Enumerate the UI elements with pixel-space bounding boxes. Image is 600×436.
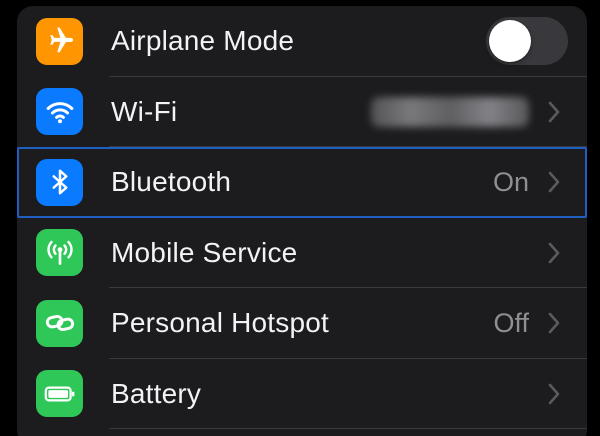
wifi-icon xyxy=(36,88,83,136)
settings-screen: Airplane Mode Wi-Fi Bluetooth On Mobile … xyxy=(0,0,600,436)
chevron-right-icon xyxy=(548,171,560,193)
mobile-service-label: Mobile Service xyxy=(111,236,298,268)
settings-row-bluetooth[interactable]: Bluetooth On xyxy=(17,147,587,218)
wifi-label: Wi-Fi xyxy=(111,95,178,127)
chevron-right-icon xyxy=(548,242,560,264)
bluetooth-label: Bluetooth xyxy=(111,166,232,198)
bluetooth-status-value: On xyxy=(492,166,529,197)
airplane-mode-toggle[interactable] xyxy=(486,17,568,66)
row-separator xyxy=(109,428,587,429)
settings-row-wifi[interactable]: Wi-Fi xyxy=(17,77,587,147)
settings-row-airplane-mode[interactable]: Airplane Mode xyxy=(17,6,587,77)
settings-row-battery[interactable]: Battery xyxy=(17,359,587,429)
battery-icon xyxy=(36,370,83,418)
airplane-mode-label: Airplane Mode xyxy=(111,25,295,57)
chevron-right-icon xyxy=(548,383,560,405)
hotspot-link-icon xyxy=(36,299,83,347)
airplane-icon xyxy=(36,17,83,65)
wifi-network-name-blurred xyxy=(371,96,529,127)
personal-hotspot-status-value: Off xyxy=(493,307,529,338)
chevron-right-icon xyxy=(548,101,560,123)
settings-row-personal-hotspot[interactable]: Personal Hotspot Off xyxy=(17,288,587,359)
battery-label: Battery xyxy=(111,377,202,409)
personal-hotspot-label: Personal Hotspot xyxy=(111,307,329,339)
settings-group: Airplane Mode Wi-Fi Bluetooth On Mobile … xyxy=(17,6,587,436)
bluetooth-icon xyxy=(36,158,83,206)
chevron-right-icon xyxy=(548,312,560,334)
settings-row-mobile-service[interactable]: Mobile Service xyxy=(17,218,587,288)
antenna-icon xyxy=(36,229,83,277)
toggle-knob xyxy=(489,20,531,63)
